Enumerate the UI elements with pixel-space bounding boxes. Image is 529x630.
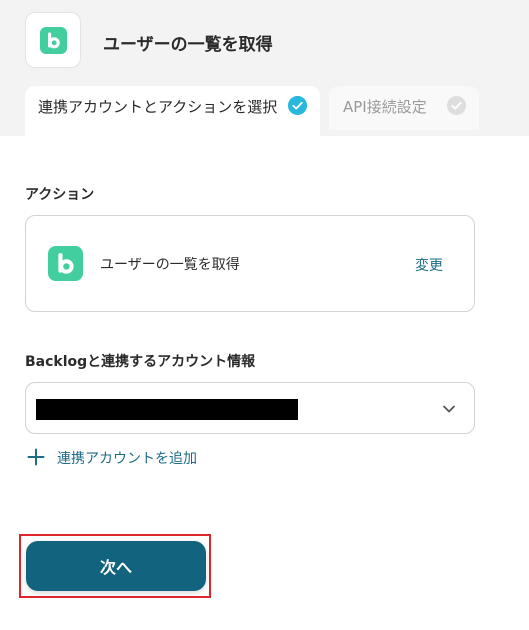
plus-icon [27,448,45,466]
account-section-label: Backlogと連携するアカウント情報 [25,354,256,370]
next-button[interactable]: 次へ [26,541,206,591]
tab-label: API接続設定 [343,98,427,116]
page-title: ユーザーの一覧を取得 [103,35,273,55]
add-account-label: 連携アカウントを追加 [57,451,197,467]
tab-api-settings[interactable]: API接続設定 [329,86,479,130]
app-icon-box [25,12,81,68]
tab-select-account-action[interactable]: 連携アカウントとアクションを選択 [25,86,320,136]
tab-label: 連携アカウントとアクションを選択 [38,98,278,116]
check-circle-icon [447,96,466,115]
backlog-logo-icon [40,27,67,54]
check-circle-icon [288,96,307,115]
account-select[interactable] [25,382,475,434]
backlog-logo-icon [48,246,83,281]
header: ユーザーの一覧を取得 連携アカウントとアクションを選択 API接続設定 [0,0,529,136]
action-card: ユーザーの一覧を取得 変更 [25,215,475,312]
action-name: ユーザーの一覧を取得 [100,257,240,273]
redacted-account-value [36,399,298,420]
chevron-down-icon [443,405,455,413]
change-action-link[interactable]: 変更 [415,255,443,275]
action-section-label: アクション [25,187,95,203]
